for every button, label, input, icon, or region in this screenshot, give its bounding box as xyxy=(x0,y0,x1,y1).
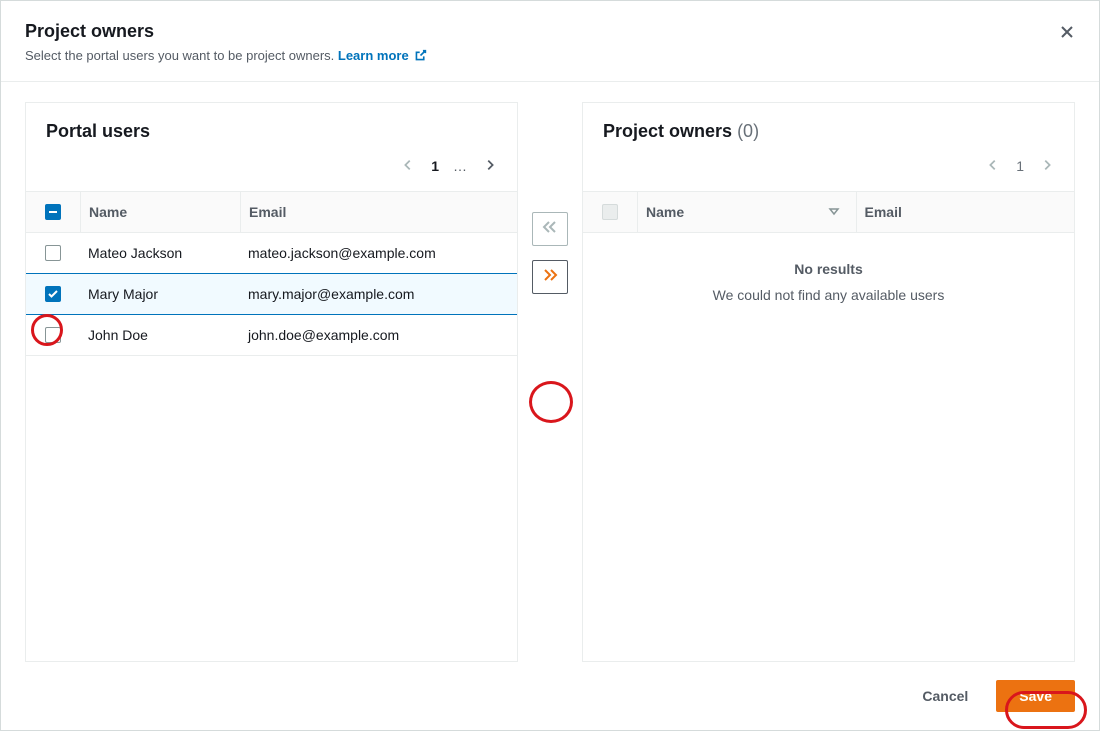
page-prev-button[interactable] xyxy=(984,156,1002,177)
project-owners-pagination: 1 xyxy=(583,148,1074,191)
page-prev-button[interactable] xyxy=(399,156,417,177)
row-email: mary.major@example.com xyxy=(240,274,517,314)
empty-title: No results xyxy=(603,261,1054,277)
external-link-icon xyxy=(414,49,427,65)
portal-users-panel: Portal users 1 … xyxy=(25,102,518,662)
table-row[interactable]: John Doe john.doe@example.com xyxy=(26,315,517,356)
page-next-button[interactable] xyxy=(481,156,499,177)
double-chevron-right-icon xyxy=(541,267,559,286)
move-right-button[interactable] xyxy=(532,260,568,294)
table-row[interactable]: Mateo Jackson mateo.jackson@example.com xyxy=(26,233,517,274)
project-owners-dialog: Project owners Select the portal users y… xyxy=(0,0,1100,731)
portal-users-header: Portal users xyxy=(26,103,517,148)
row-name: Mateo Jackson xyxy=(80,233,240,273)
project-owners-title: Project owners (0) xyxy=(603,121,1054,142)
row-email: mateo.jackson@example.com xyxy=(240,233,517,273)
project-owners-header: Project owners (0) xyxy=(583,103,1074,148)
owners-table-head: Name Email xyxy=(583,191,1074,233)
owners-count: (0) xyxy=(737,121,759,141)
column-email-header[interactable]: Email xyxy=(240,192,517,232)
row-email: john.doe@example.com xyxy=(240,315,517,355)
page-ellipsis: … xyxy=(453,158,467,174)
portal-users-title: Portal users xyxy=(46,121,497,142)
page-number[interactable]: 1 xyxy=(431,158,439,174)
column-name-label: Name xyxy=(646,204,684,220)
column-email-header[interactable]: Email xyxy=(856,192,1075,232)
transfer-controls xyxy=(518,102,582,294)
dialog-subtitle: Select the portal users you want to be p… xyxy=(25,48,1075,65)
title-text: Project owners xyxy=(603,121,732,141)
portal-users-pagination: 1 … xyxy=(26,148,517,191)
portal-users-table-head: Name Email xyxy=(26,191,517,233)
dialog-body: Portal users 1 … xyxy=(1,82,1099,662)
select-all-checkbox xyxy=(602,204,618,220)
double-chevron-left-icon xyxy=(541,219,559,238)
close-icon xyxy=(1059,24,1075,43)
row-checkbox[interactable] xyxy=(45,286,61,302)
table-row[interactable]: Mary Major mary.major@example.com xyxy=(26,273,517,315)
row-name: John Doe xyxy=(80,315,240,355)
row-checkbox[interactable] xyxy=(45,245,61,261)
chevron-left-icon xyxy=(401,158,415,175)
chevron-right-icon xyxy=(1040,158,1054,175)
learn-more-link[interactable]: Learn more xyxy=(338,48,427,63)
select-all-cell xyxy=(26,192,80,232)
move-left-button[interactable] xyxy=(532,212,568,246)
row-name: Mary Major xyxy=(80,274,240,314)
page-next-button[interactable] xyxy=(1038,156,1056,177)
dialog-footer: Cancel Save xyxy=(1,662,1099,730)
empty-message: We could not find any available users xyxy=(603,287,1054,303)
select-all-checkbox[interactable] xyxy=(45,204,61,220)
learn-more-label: Learn more xyxy=(338,48,409,63)
select-all-cell xyxy=(583,192,637,232)
column-name-header[interactable]: Name xyxy=(80,192,240,232)
close-button[interactable] xyxy=(1053,19,1081,47)
row-checkbox[interactable] xyxy=(45,327,61,343)
chevron-right-icon xyxy=(483,158,497,175)
owners-empty-state: No results We could not find any availab… xyxy=(583,233,1074,331)
save-button[interactable]: Save xyxy=(996,680,1075,712)
dialog-header: Project owners Select the portal users y… xyxy=(1,1,1099,82)
dialog-title: Project owners xyxy=(25,21,1075,42)
chevron-left-icon xyxy=(986,158,1000,175)
cancel-button[interactable]: Cancel xyxy=(902,680,988,712)
subtitle-text: Select the portal users you want to be p… xyxy=(25,48,338,63)
page-number: 1 xyxy=(1016,158,1024,174)
sort-icon xyxy=(828,204,848,220)
column-name-header[interactable]: Name xyxy=(637,192,856,232)
project-owners-panel: Project owners (0) 1 xyxy=(582,102,1075,662)
portal-users-table-body: Mateo Jackson mateo.jackson@example.com … xyxy=(26,233,517,356)
